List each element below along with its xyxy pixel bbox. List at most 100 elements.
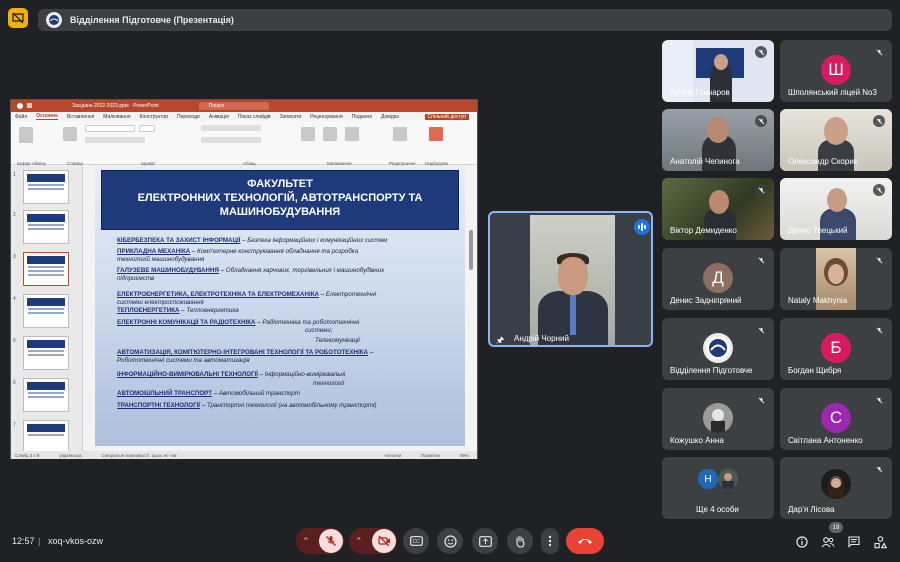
slide-item: АВТОМОБІЛЬНИЙ ТРАНСПОРТ – Автомобільний …	[117, 390, 300, 397]
share-button[interactable]: Спільний доступ	[424, 113, 469, 120]
tab-home[interactable]: Основне	[36, 113, 58, 120]
addins-icon[interactable]	[429, 127, 443, 141]
person-face	[827, 188, 847, 212]
slide-item: ПРИКЛАДНА МЕХАНІКА – Комп'ютерне констру…	[117, 248, 359, 255]
participant-tile[interactable]: Артем Гончаров	[662, 40, 774, 102]
comments-button[interactable]: Примітки	[421, 453, 440, 458]
slide-scrollbar[interactable]	[469, 230, 473, 270]
more-options-button[interactable]	[541, 528, 559, 554]
align-buttons[interactable]	[201, 137, 261, 143]
people-button[interactable]	[818, 532, 838, 552]
tab-slideshow[interactable]: Показ слайдів	[238, 114, 271, 120]
camera-off-button[interactable]	[372, 529, 396, 553]
participant-tile[interactable]: Д Денис Задніпряний	[662, 248, 774, 310]
chevron-up-icon[interactable]: ⌃	[302, 536, 310, 547]
reactions-button[interactable]	[437, 528, 463, 554]
tab-transitions[interactable]: Переходи	[177, 114, 200, 120]
participant-tile[interactable]: Ш Шполянський ліцей No3	[780, 40, 892, 102]
separator: |	[38, 536, 41, 546]
college-logo-avatar	[703, 333, 733, 363]
leave-call-button[interactable]	[566, 528, 604, 554]
tab-view[interactable]: Подання	[352, 114, 372, 120]
tab-record[interactable]: Записати	[280, 114, 302, 120]
slide-thumbnail[interactable]	[23, 294, 69, 328]
shapes-icon[interactable]	[301, 127, 315, 141]
paragraph-buttons[interactable]	[201, 125, 261, 131]
people-count-badge: 19	[829, 522, 843, 533]
participant-tile[interactable]: Дар'я Лісова	[780, 457, 892, 519]
font-name-select[interactable]	[85, 125, 135, 132]
speaking-indicator-icon	[634, 219, 650, 235]
active-speaker-tile[interactable]: 🖈 Андрій Чорний	[488, 211, 653, 347]
slide-title-line: МАШИНОБУДУВАННЯ	[219, 206, 341, 218]
presentation-icon[interactable]	[8, 8, 28, 28]
font-size-select[interactable]	[139, 125, 155, 132]
accessibility-status[interactable]: Спеціальні можливості: щось не так	[101, 453, 176, 458]
participant-tile[interactable]: Кожушко Анна	[662, 388, 774, 450]
tab-design[interactable]: Конструктор	[140, 114, 169, 120]
editing-icon[interactable]	[393, 127, 407, 141]
new-slide-icon[interactable]	[63, 127, 77, 141]
person-face	[714, 54, 728, 70]
slide-thumbnail[interactable]	[23, 170, 69, 204]
tab-review[interactable]: Рецензування	[310, 114, 343, 120]
present-icon	[478, 535, 492, 547]
slide-thumbnail[interactable]	[23, 336, 69, 370]
participant-tile[interactable]: С Світлана Антоненко	[780, 388, 892, 450]
participant-tile[interactable]: Віктор Демиденко	[662, 178, 774, 240]
captions-button[interactable]: CC	[403, 528, 429, 554]
participant-name: Денис Трецький	[788, 226, 848, 235]
slide-thumbnail[interactable]	[23, 378, 69, 412]
participant-tile[interactable]: Денис Трецький	[780, 178, 892, 240]
tab-insert[interactable]: Вставлення	[67, 114, 94, 120]
ppt-ribbon-tabs: Файл Основне Вставлення Малювання Констр…	[11, 112, 477, 121]
mic-off-icon	[755, 115, 767, 127]
participant-tile-overflow[interactable]: Н Ще 4 особи	[662, 457, 774, 519]
people-icon	[821, 537, 835, 548]
participant-tile[interactable]: Відділення Підготовче	[662, 318, 774, 380]
chevron-up-icon[interactable]: ⌃	[355, 536, 363, 547]
mic-off-icon	[326, 536, 336, 546]
raise-hand-button[interactable]	[507, 528, 533, 554]
participant-tile[interactable]: Олександр Скорик	[780, 109, 892, 171]
pin-icon[interactable]: 🖈	[496, 333, 504, 345]
slide-item: ТЕПЛОЕНЕРГЕТИКА – Теплоенергетика	[117, 307, 239, 314]
zoom-level[interactable]: 89%	[460, 453, 469, 458]
participant-tile[interactable]: Nataly Makhynia	[780, 248, 892, 310]
notes-button[interactable]: Нотатки	[384, 453, 401, 458]
present-button[interactable]	[472, 528, 498, 554]
activities-button[interactable]	[870, 532, 890, 552]
save-icon[interactable]	[27, 103, 32, 108]
chat-button[interactable]	[844, 532, 864, 552]
tab-file[interactable]: Файл	[15, 114, 27, 120]
college-logo-icon	[46, 12, 62, 28]
participant-tile[interactable]: Б Богдан Щибря	[780, 318, 892, 380]
emoji-icon	[443, 534, 457, 548]
person-silhouette	[820, 208, 856, 240]
slide-thumbnail-selected[interactable]	[23, 252, 69, 286]
thumb-number: 4	[13, 296, 16, 302]
tab-help[interactable]: Довідка	[381, 114, 399, 120]
mic-off-button[interactable]	[319, 529, 343, 553]
presentation-banner[interactable]: Відділення Підготовче (Презентація)	[38, 9, 892, 31]
meeting-details-button[interactable]	[792, 532, 812, 552]
participant-tile[interactable]: Анатолій Чепинога	[662, 109, 774, 171]
tab-draw[interactable]: Малювання	[103, 114, 130, 120]
paste-icon[interactable]	[19, 127, 33, 143]
avatar: С	[821, 403, 851, 433]
language-indicator[interactable]: українська	[59, 453, 81, 458]
photo-avatar	[718, 469, 738, 489]
phone-hangup-icon	[578, 539, 592, 544]
tab-animations[interactable]: Анімація	[209, 114, 229, 120]
participant-name: Кожушко Анна	[670, 436, 724, 445]
ppt-search[interactable]: Пошук	[198, 102, 269, 110]
mic-off-icon	[873, 46, 885, 58]
quick-styles-icon[interactable]	[345, 127, 359, 141]
slide-thumbnail[interactable]	[23, 420, 69, 454]
arrange-icon[interactable]	[323, 127, 337, 141]
slide-title-banner: ФАКУЛЬТЕТ ЕЛЕКТРОННИХ ТЕХНОЛОГІЙ, АВТОТР…	[101, 170, 459, 230]
slide-item-cont: Телекомунікації	[315, 337, 360, 344]
slide-thumbnail[interactable]	[23, 210, 69, 244]
top-bar: Відділення Підготовче (Презентація)	[8, 8, 892, 32]
font-format-buttons[interactable]	[85, 137, 145, 143]
